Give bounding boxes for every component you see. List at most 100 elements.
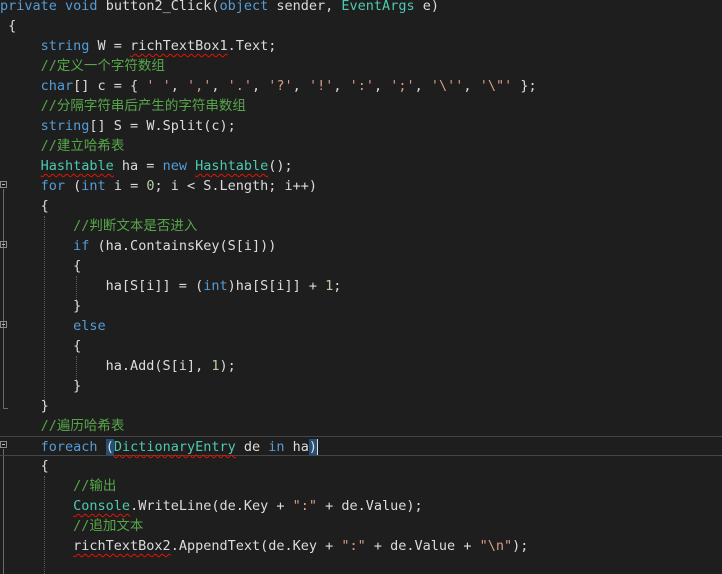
code-token: { bbox=[0, 198, 49, 214]
code-token: ',' bbox=[186, 78, 212, 94]
code-token: , bbox=[373, 78, 391, 94]
code-token: char bbox=[40, 78, 74, 94]
code-token: '\'' bbox=[430, 78, 464, 94]
code-line[interactable]: { bbox=[0, 336, 722, 356]
code-line[interactable]: ha[S[i]] = (int)ha[S[i]] + 1; bbox=[0, 276, 722, 296]
code-line[interactable]: } bbox=[0, 396, 722, 416]
code-line[interactable]: Console.WriteLine(de.Key + ":" + de.Valu… bbox=[0, 496, 722, 516]
code-token: for bbox=[40, 178, 66, 194]
code-token: '\"' bbox=[479, 78, 513, 94]
code-token: //定义一个字符数组 bbox=[40, 58, 165, 74]
code-line[interactable]: //输出 bbox=[0, 476, 722, 496]
code-token: ha.Add(S[i], bbox=[0, 358, 212, 374]
code-token: ( bbox=[65, 178, 82, 194]
code-token: void bbox=[65, 0, 98, 14]
code-token: )ha[S[i]] + bbox=[227, 278, 326, 294]
code-token: ha bbox=[284, 439, 309, 455]
code-token: + de.Value + bbox=[365, 538, 480, 554]
code-token: i = bbox=[105, 178, 147, 194]
code-token: //输出 bbox=[73, 478, 117, 494]
code-token: [] c = { bbox=[73, 78, 147, 94]
code-line[interactable]: string[] S = W.Split(c); bbox=[0, 116, 722, 136]
code-token: in bbox=[268, 439, 285, 455]
code-line[interactable]: } bbox=[0, 376, 722, 396]
code-line[interactable]: else bbox=[0, 316, 722, 336]
code-token: richTextBox2 bbox=[73, 538, 171, 554]
code-line[interactable]: char[] c = { ' ', ',', '.', '?', '!', ':… bbox=[0, 76, 722, 96]
code-token: { bbox=[0, 458, 49, 474]
code-token: ":" bbox=[341, 538, 366, 554]
code-line[interactable]: if (ha.ContainsKey(S[i])) bbox=[0, 236, 722, 256]
code-token: { bbox=[0, 18, 17, 34]
text-caret bbox=[317, 439, 319, 455]
code-line[interactable]: ha.Add(S[i], 1); bbox=[0, 356, 722, 376]
code-line[interactable]: //建立哈希表 bbox=[0, 136, 722, 156]
code-token: ; bbox=[333, 278, 342, 294]
code-token: DictionaryEntry bbox=[113, 439, 236, 455]
code-token: }; bbox=[512, 78, 537, 94]
code-line[interactable]: //追加文本 bbox=[0, 516, 722, 536]
code-line[interactable]: foreach (DictionaryEntry de in ha) bbox=[0, 436, 722, 456]
code-token: , bbox=[170, 78, 187, 94]
code-token: //判断文本是否进入 bbox=[73, 218, 198, 234]
code-token: , bbox=[292, 78, 309, 94]
code-token: [] S = W.Split(c); bbox=[89, 118, 236, 134]
code-token: ha = bbox=[113, 158, 163, 174]
code-line[interactable]: //分隔字符串后产生的字符串数组 bbox=[0, 96, 722, 116]
code-token: , bbox=[414, 78, 431, 94]
code-token: } bbox=[0, 378, 82, 394]
code-token: ha[S[i]] = ( bbox=[0, 278, 204, 294]
code-token: string bbox=[40, 38, 90, 54]
code-token: richTextBox1 bbox=[130, 38, 228, 54]
code-line[interactable]: { bbox=[0, 196, 722, 216]
code-line[interactable]: //遍历哈希表 bbox=[0, 416, 722, 436]
code-line[interactable]: { bbox=[0, 456, 722, 476]
code-token: (ha.ContainsKey(S[i])) bbox=[89, 238, 277, 254]
code-token: ; i < S.Length; i++) bbox=[154, 178, 318, 194]
code-line[interactable]: richTextBox2.AppendText(de.Key + ":" + d… bbox=[0, 536, 722, 556]
code-token: else bbox=[73, 318, 106, 334]
code-token: int bbox=[203, 278, 228, 294]
code-token: '!' bbox=[308, 78, 334, 94]
code-token: //遍历哈希表 bbox=[40, 418, 125, 434]
code-token: (); bbox=[268, 158, 293, 174]
code-token: ':' bbox=[349, 78, 374, 94]
code-token: ' ' bbox=[146, 78, 171, 94]
code-token: "\n" bbox=[479, 538, 513, 554]
code-token: int bbox=[81, 178, 106, 194]
code-line[interactable]: string W = richTextBox1.Text; bbox=[0, 36, 722, 56]
code-line[interactable]: //定义一个字符数组 bbox=[0, 56, 722, 76]
code-line[interactable]: } bbox=[0, 296, 722, 316]
code-line[interactable]: { bbox=[0, 256, 722, 276]
code-token: , bbox=[463, 78, 480, 94]
code-line[interactable]: private void button2_Click(object sender… bbox=[0, 0, 722, 16]
code-line[interactable]: //判断文本是否进入 bbox=[0, 216, 722, 236]
code-token: //建立哈希表 bbox=[40, 138, 125, 154]
code-editor[interactable]: private void button2_Click(object sender… bbox=[0, 0, 722, 574]
code-token: } bbox=[0, 398, 49, 414]
code-token: W = bbox=[89, 38, 131, 54]
code-line[interactable]: Hashtable ha = new Hashtable(); bbox=[0, 156, 722, 176]
code-line[interactable]: for (int i = 0; i < S.Length; i++) bbox=[0, 176, 722, 196]
code-line[interactable]: { bbox=[0, 16, 722, 36]
code-token: ); bbox=[512, 538, 529, 554]
code-token: { bbox=[0, 258, 82, 274]
code-token: , bbox=[252, 78, 269, 94]
code-token: , bbox=[333, 78, 350, 94]
